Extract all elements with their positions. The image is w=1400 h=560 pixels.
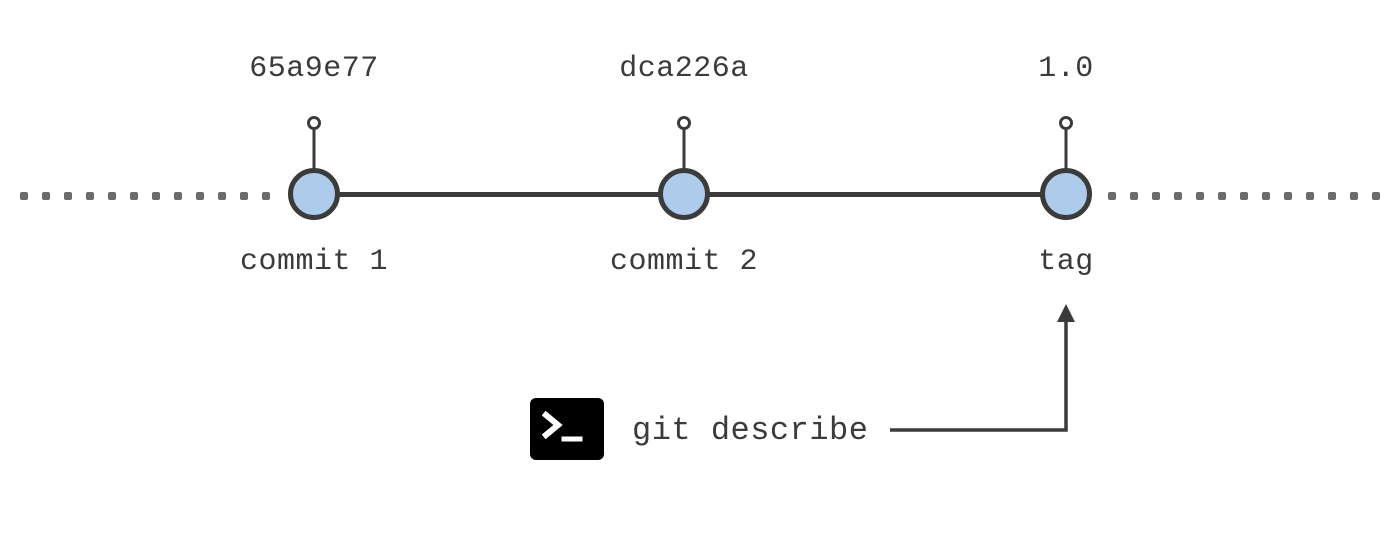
pin-connector	[683, 128, 686, 168]
timeline-dots-left	[20, 192, 280, 200]
git-describe-diagram: 65a9e77 commit 1 dca226a commit 2 1.0 ta…	[0, 0, 1400, 560]
pin-head	[677, 116, 691, 130]
pin-head	[1059, 116, 1073, 130]
commit-label: commit 1	[240, 245, 388, 279]
tag-version-label: 1.0	[1038, 52, 1094, 86]
timeline-connector	[330, 192, 670, 197]
command-arrow	[885, 296, 1085, 446]
tag-node	[1040, 168, 1092, 220]
commit-hash-label: dca226a	[619, 52, 749, 86]
commit-node	[288, 168, 340, 220]
pin-head	[307, 116, 321, 130]
tag-label: tag	[1038, 245, 1094, 279]
commit-hash-label: 65a9e77	[249, 52, 379, 86]
pin-connector	[313, 128, 316, 168]
timeline-connector	[700, 192, 1050, 197]
commit-node	[658, 168, 710, 220]
commit-label: commit 2	[610, 245, 758, 279]
command-text: git describe	[632, 412, 868, 449]
terminal-icon	[530, 398, 604, 460]
timeline-dots-right	[1108, 192, 1388, 200]
pin-connector	[1065, 128, 1068, 168]
